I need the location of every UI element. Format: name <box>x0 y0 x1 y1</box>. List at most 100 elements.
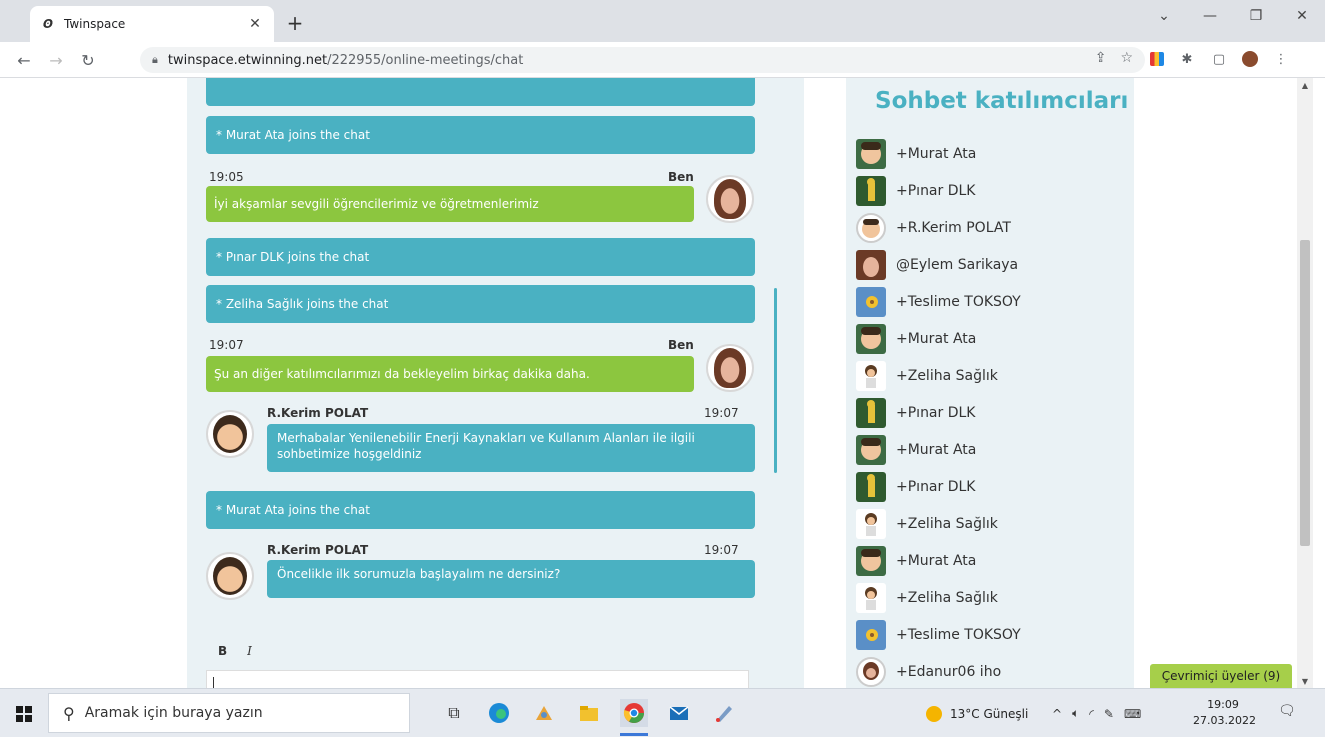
volume-icon[interactable]: 🔈︎ <box>1072 706 1079 721</box>
reload-icon[interactable]: ↻ <box>76 48 100 72</box>
participant-item[interactable]: +Murat Ata <box>856 435 976 465</box>
participant-name: @Eylem Sarikaya <box>896 257 1019 273</box>
bookmark-star-icon[interactable]: ☆ <box>1120 50 1133 66</box>
italic-button[interactable]: I <box>247 644 252 658</box>
extension-color-icon[interactable] <box>1150 52 1164 66</box>
message-sender: Ben <box>668 338 694 352</box>
message-time: 19:07 <box>704 543 739 557</box>
close-window-icon[interactable]: ✕ <box>1279 0 1325 32</box>
participant-name: +Murat Ata <box>896 553 977 569</box>
chevron-up-icon[interactable]: ^ <box>1052 707 1062 721</box>
boy-avatar-icon <box>856 139 886 169</box>
tab-search-icon[interactable]: ⌄ <box>1141 0 1187 32</box>
browser-toolbar: ← → ↻ 🔒︎ twinspace.etwinning.net/222955/… <box>0 42 1325 78</box>
wifi-icon[interactable]: ◜ <box>1089 707 1094 721</box>
page-scrollbar[interactable]: ▲ ▼ <box>1297 78 1313 688</box>
participant-name: +Zeliha Sağlık <box>896 368 998 384</box>
weather-widget[interactable]: 13°C Güneşli <box>926 689 1028 737</box>
participant-name: +Murat Ata <box>896 146 977 162</box>
minimize-icon[interactable]: — <box>1187 0 1233 32</box>
side-panel-icon[interactable]: ▢ <box>1210 50 1228 68</box>
woman-photo-avatar-icon <box>856 250 886 280</box>
participant-name: +Murat Ata <box>896 331 977 347</box>
task-view-icon[interactable]: ⧉ <box>440 699 468 727</box>
system-tray: ^ 🔈︎ ◜ ✎ ⌨ <box>1052 689 1141 737</box>
message-time: 19:07 <box>209 338 244 352</box>
menu-kebab-icon[interactable]: ⋮ <box>1272 50 1290 68</box>
flower-avatar-icon <box>856 620 886 650</box>
forward-icon[interactable]: → <box>44 48 68 72</box>
address-bar[interactable]: 🔒︎ twinspace.etwinning.net/222955/online… <box>140 47 1145 73</box>
own-avatar <box>706 344 754 392</box>
browser-tab[interactable]: ʘ Twinspace ✕ <box>30 6 274 42</box>
scroll-up-icon[interactable]: ▲ <box>1297 78 1313 92</box>
editor-toolbar: B I <box>218 644 252 658</box>
system-message: * Murat Ata joins the chat <box>206 491 755 529</box>
participant-item[interactable]: +Pınar DLK <box>856 472 975 502</box>
app-icon[interactable] <box>530 699 558 727</box>
other-message: Merhabalar Yenilenebilir Enerji Kaynakla… <box>267 424 755 472</box>
clock[interactable]: 19:09 27.03.2022 <box>1193 697 1256 729</box>
keyboard-icon[interactable]: ⌨ <box>1124 707 1141 721</box>
extensions-puzzle-icon[interactable]: ✱ <box>1178 50 1196 68</box>
participant-item[interactable]: +Murat Ata <box>856 546 976 576</box>
participant-item[interactable]: +Zeliha Sağlık <box>856 509 998 539</box>
participant-item[interactable]: +Pınar DLK <box>856 398 975 428</box>
scroll-down-icon[interactable]: ▼ <box>1297 674 1313 688</box>
mail-icon[interactable] <box>665 699 693 727</box>
new-tab-button[interactable]: + <box>282 10 308 36</box>
participant-item[interactable]: @Eylem Sarikaya <box>856 250 1018 280</box>
screen: ʘ Twinspace ✕ + ⌄ — ❐ ✕ ← → ↻ 🔒︎ twinspa… <box>0 0 1325 737</box>
boy-avatar-icon <box>856 546 886 576</box>
bold-button[interactable]: B <box>218 644 227 658</box>
participant-item[interactable]: +Zeliha Sağlık <box>856 583 998 613</box>
chat-scroll-indicator[interactable] <box>774 288 777 473</box>
participant-item[interactable]: +Teslime TOKSOY <box>856 287 1021 317</box>
url-path: /222955/online-meetings/chat <box>327 52 524 68</box>
notification-icon[interactable]: 🗨︎ <box>1278 703 1298 723</box>
girl-avatar-icon <box>856 509 886 539</box>
own-message: İyi akşamlar sevgili öğrencilerimiz ve ö… <box>206 186 694 222</box>
figure-avatar-icon <box>856 472 886 502</box>
chat-message-input[interactable] <box>206 670 749 688</box>
participant-name: +Teslime TOKSOY <box>896 627 1021 643</box>
close-tab-icon[interactable]: ✕ <box>246 16 264 32</box>
participant-item[interactable]: +Pınar DLK <box>856 176 975 206</box>
girl-avatar-icon <box>856 361 886 391</box>
participant-item[interactable]: +R.Kerim POLAT <box>856 213 1011 243</box>
chrome-icon[interactable] <box>620 699 648 727</box>
participant-item[interactable]: +Teslime TOKSOY <box>856 620 1021 650</box>
windows-logo-icon <box>16 705 32 722</box>
other-avatar <box>206 552 254 600</box>
other-avatar <box>206 410 254 458</box>
scrollbar-thumb[interactable] <box>1300 240 1310 546</box>
participant-item[interactable]: +Murat Ata <box>856 324 976 354</box>
boy-avatar-icon <box>856 435 886 465</box>
participant-name: +Zeliha Sağlık <box>896 516 998 532</box>
search-placeholder: Aramak için buraya yazın <box>84 705 263 721</box>
system-message: * Pınar DLK joins the chat <box>206 238 755 276</box>
clock-date: 27.03.2022 <box>1193 714 1256 727</box>
girl2-avatar-icon <box>856 657 886 687</box>
online-members-button[interactable]: Çevrimiçi üyeler (9) <box>1150 664 1292 688</box>
pen-icon[interactable]: ✎ <box>1104 707 1114 721</box>
participant-item[interactable]: +Edanur06 iho <box>856 657 1001 687</box>
profile-avatar[interactable] <box>1242 51 1258 67</box>
tab-title: Twinspace <box>64 17 126 31</box>
file-explorer-icon[interactable] <box>575 699 603 727</box>
clock-time: 19:09 <box>1207 698 1239 711</box>
system-message-partial <box>206 78 755 106</box>
start-button[interactable] <box>0 689 48 737</box>
participant-name: +Pınar DLK <box>896 183 976 199</box>
maximize-icon[interactable]: ❐ <box>1233 0 1279 32</box>
share-icon[interactable]: ⇪ <box>1095 50 1107 66</box>
taskbar-search[interactable]: ⚲ Aramak için buraya yazın <box>48 693 410 733</box>
back-icon[interactable]: ← <box>12 48 36 72</box>
participant-item[interactable]: +Murat Ata <box>856 139 976 169</box>
paint-icon[interactable] <box>710 699 738 727</box>
url-host: twinspace.etwinning.net <box>167 52 328 68</box>
participant-item[interactable]: +Zeliha Sağlık <box>856 361 998 391</box>
message-sender: Ben <box>668 170 694 184</box>
system-message: * Murat Ata joins the chat <box>206 116 755 154</box>
edge-icon[interactable] <box>485 699 513 727</box>
